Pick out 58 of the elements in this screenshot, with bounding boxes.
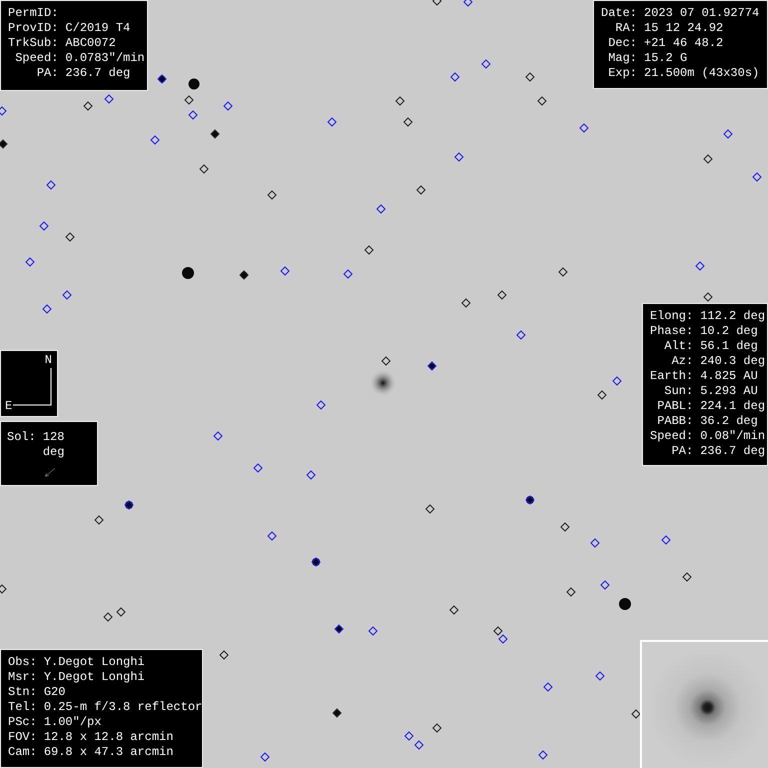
info-value: 10.2 deg xyxy=(700,324,759,339)
north-label: N xyxy=(44,353,52,367)
info-label: Speed: xyxy=(15,51,58,66)
info-label: Earth: xyxy=(650,369,694,384)
info-label: Cam: xyxy=(8,745,37,760)
info-value: 0.25-m f/3.8 reflector xyxy=(44,700,202,715)
info-label: Dec: xyxy=(608,36,638,51)
info-label: Date: xyxy=(601,6,638,21)
info-value: 69.8 x 47.3 arcmin xyxy=(44,745,174,760)
compass-axes-icon xyxy=(13,368,53,408)
info-label: PermID: xyxy=(8,6,58,21)
info-label: PA: xyxy=(672,444,694,459)
info-label: Msr: xyxy=(8,670,37,685)
info-label: ProvID: xyxy=(8,21,58,36)
info-value: C/2019 T4 xyxy=(65,21,132,36)
info-label: Mag: xyxy=(608,51,638,66)
info-value: 240.3 deg xyxy=(700,354,766,369)
info-label: TrkSub: xyxy=(8,36,58,51)
info-label: Stn: xyxy=(8,685,37,700)
info-label: PABL: xyxy=(657,399,694,414)
info-value: 236.7 deg xyxy=(65,66,132,81)
info-label: RA: xyxy=(615,21,638,36)
info-label: Sol: xyxy=(7,430,36,446)
info-value: 0.0783"/min xyxy=(65,51,145,66)
info-label: Speed: xyxy=(650,429,694,444)
info-label: Phase: xyxy=(650,324,694,339)
info-value: 12.8 x 12.8 arcmin xyxy=(44,730,174,745)
info-value: 236.7 deg xyxy=(700,444,766,459)
info-label: Exp: xyxy=(608,66,638,81)
info-label: Elong: xyxy=(650,309,694,324)
info-label: PA: xyxy=(36,66,58,81)
info-value: 112.2 deg xyxy=(700,309,766,324)
info-value: 1.00"/px xyxy=(44,715,102,730)
info-label: Sun: xyxy=(664,384,694,399)
info-value: 4.825 AU xyxy=(700,369,759,384)
info-label: Obs: xyxy=(8,655,37,670)
info-value: G20 xyxy=(44,685,66,700)
east-label: E xyxy=(5,399,12,413)
info-value: 224.1 deg xyxy=(700,399,766,414)
info-label: Alt: xyxy=(664,339,694,354)
info-value: Y.Degot Longhi xyxy=(44,655,146,670)
info-value: Y.Degot Longhi xyxy=(44,670,146,685)
info-label: Tel: xyxy=(8,700,37,715)
info-value: ABC0072 xyxy=(65,36,117,51)
info-value: 36.2 deg xyxy=(700,414,759,429)
info-label: PABB: xyxy=(657,414,694,429)
info-value: 15 12 24.92 xyxy=(644,21,724,36)
info-value: 128 deg xyxy=(42,430,66,460)
info-label: FOV: xyxy=(8,730,37,745)
info-label: PSc: xyxy=(8,715,37,730)
info-value: 15.2 G xyxy=(644,51,688,66)
info-value: 21.500m (43x30s) xyxy=(644,66,760,81)
info-value: 2023 07 01.92774 xyxy=(644,6,760,21)
info-label: Az: xyxy=(672,354,694,369)
info-value: 56.1 deg xyxy=(700,339,759,354)
info-value: 5.293 AU xyxy=(700,384,759,399)
info-value: 0.08"/min xyxy=(700,429,766,444)
info-value: +21 46 48.2 xyxy=(644,36,724,51)
